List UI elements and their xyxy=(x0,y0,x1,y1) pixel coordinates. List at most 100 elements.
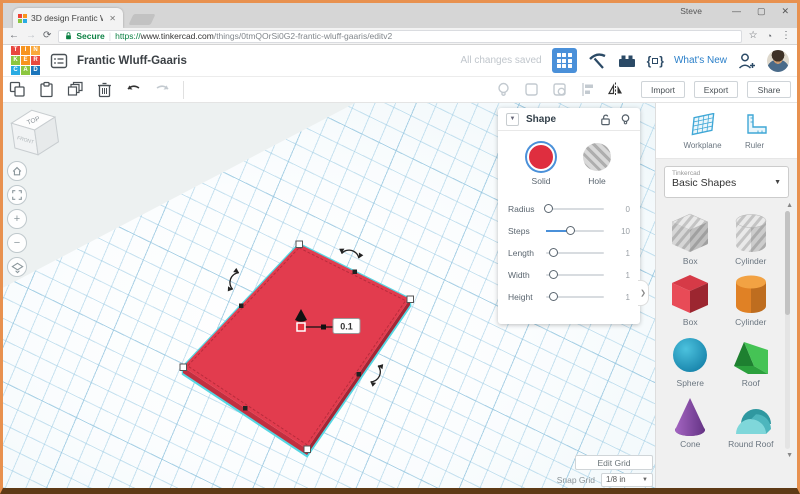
duplicate-icon[interactable] xyxy=(67,81,84,98)
scrollbar-thumb[interactable] xyxy=(785,211,790,315)
minecraft-pickaxe-icon[interactable] xyxy=(587,51,607,71)
align-icon[interactable] xyxy=(579,81,596,98)
selected-box-shape[interactable] xyxy=(183,244,410,449)
new-tab-button[interactable] xyxy=(128,14,155,25)
shape-library-dropdown[interactable]: Tinkercad Basic Shapes ▼ xyxy=(664,166,789,198)
workplane-tool-button[interactable]: Workplane xyxy=(683,113,721,150)
cylinder-hole-icon xyxy=(728,211,774,255)
flip-mirror-icon[interactable] xyxy=(607,81,624,98)
shape-item-cylinder-hole[interactable]: Cylinder xyxy=(721,207,782,266)
zoom-out-button[interactable]: − xyxy=(7,233,27,253)
shape-item-cone[interactable]: Cone xyxy=(660,390,721,449)
hole-swatch[interactable]: Hole xyxy=(583,143,611,186)
refresh-icon[interactable]: ⟳ xyxy=(43,31,51,41)
roof-icon xyxy=(728,333,774,377)
shape-item-box-solid[interactable]: Box xyxy=(660,268,721,327)
group-icon[interactable] xyxy=(523,81,540,98)
ungroup-icon[interactable] xyxy=(551,81,568,98)
close-icon[interactable]: ✕ xyxy=(781,7,789,16)
box-hole-icon xyxy=(667,211,713,255)
home-view-button[interactable] xyxy=(7,161,27,181)
edit-grid-button[interactable]: Edit Grid xyxy=(575,455,653,470)
whats-new-link[interactable]: What's New xyxy=(674,55,727,66)
chevron-down-icon: ▼ xyxy=(642,477,648,483)
fit-view-button[interactable] xyxy=(7,185,27,205)
cylinder-solid-icon xyxy=(728,272,774,316)
tinkercad-logo[interactable]: TIN KER CAD xyxy=(11,46,41,76)
grid-icon xyxy=(557,53,572,68)
browser-window: 3D design Frantic Wluff- ✕ Steve — ▢ ✕ ←… xyxy=(0,0,800,494)
scroll-up-icon[interactable]: ▲ xyxy=(786,202,793,209)
unlock-icon[interactable] xyxy=(599,113,612,126)
copy-icon[interactable] xyxy=(9,81,26,98)
chevron-down-icon: ▼ xyxy=(774,179,781,186)
import-button[interactable]: Import xyxy=(641,81,685,98)
forward-icon[interactable]: → xyxy=(26,31,36,41)
shape-item-box-hole[interactable]: Box xyxy=(660,207,721,266)
steps-slider[interactable] xyxy=(546,230,604,232)
edit-toolbar: Import Export Share xyxy=(3,77,797,103)
add-user-icon[interactable] xyxy=(737,51,757,71)
design-title: Frantic Wluff-Gaaris xyxy=(77,55,187,67)
height-slider[interactable] xyxy=(546,296,604,298)
browser-addressbar: ← → ⟳ Secure | https://www.tinkercad.com… xyxy=(3,28,797,45)
snap-grid-label: Snap Grid xyxy=(557,475,595,485)
shape-item-cylinder-solid[interactable]: Cylinder xyxy=(721,268,782,327)
browser-tab[interactable]: 3D design Frantic Wluff- ✕ xyxy=(13,8,123,28)
workplane-icon xyxy=(688,113,718,137)
back-icon[interactable]: ← xyxy=(9,31,19,41)
url-text: https://www.tinkercad.com/things/0tmQOrS… xyxy=(115,31,392,41)
export-button[interactable]: Export xyxy=(694,81,738,98)
panel-collapse-caret[interactable]: ▼ xyxy=(506,113,519,126)
share-button[interactable]: Share xyxy=(747,81,791,98)
viewport-nav-controls: + − xyxy=(7,161,27,277)
chrome-menu-icon[interactable]: ⋮ xyxy=(781,31,791,41)
user-avatar[interactable] xyxy=(767,50,789,72)
blocks-view-button[interactable] xyxy=(552,48,577,73)
tab-close-icon[interactable]: ✕ xyxy=(107,14,118,23)
shape-item-roof[interactable]: Roof xyxy=(721,329,782,388)
sphere-icon xyxy=(667,333,713,377)
maximize-icon[interactable]: ▢ xyxy=(757,7,766,16)
dimension-corner-handle[interactable] xyxy=(297,323,305,331)
codeblocks-icon[interactable]: {} xyxy=(647,54,664,68)
url-field[interactable]: Secure | https://www.tinkercad.com/thing… xyxy=(58,30,741,43)
scroll-down-icon[interactable]: ▼ xyxy=(786,452,793,459)
rotate-handle[interactable] xyxy=(226,267,240,292)
cone-icon xyxy=(667,394,713,438)
undo-icon[interactable] xyxy=(125,81,142,98)
redo-icon[interactable] xyxy=(154,81,171,98)
rotate-handle[interactable] xyxy=(369,362,385,387)
design-properties-icon[interactable] xyxy=(49,51,69,71)
length-slider[interactable] xyxy=(546,252,604,254)
ruler-tool-button[interactable]: Ruler xyxy=(740,113,770,150)
show-all-bulb-icon[interactable] xyxy=(495,81,512,98)
zoom-in-button[interactable]: + xyxy=(7,209,27,229)
view-cube[interactable]: TOP FRONT xyxy=(7,105,63,161)
snap-grid-select[interactable]: 1/8 in ▼ xyxy=(601,473,653,487)
lego-brick-icon[interactable] xyxy=(617,51,637,71)
rotate-handle[interactable] xyxy=(338,247,364,259)
lightbulb-icon[interactable] xyxy=(619,113,632,126)
delete-trash-icon[interactable] xyxy=(96,81,113,98)
dimension-value: 0.1 xyxy=(340,322,353,332)
panel-collapse-tab[interactable]: ❯ xyxy=(638,280,649,306)
workplane-view-button[interactable] xyxy=(7,257,27,277)
paste-icon[interactable] xyxy=(38,81,55,98)
shape-item-sphere[interactable]: Sphere xyxy=(660,329,721,388)
gallery-scrollbar[interactable] xyxy=(785,211,790,449)
radius-slider[interactable] xyxy=(546,208,604,210)
chrome-profile-name[interactable]: Steve xyxy=(680,6,702,16)
width-slider[interactable] xyxy=(546,274,604,276)
browser-extension-icon[interactable]: ◔ xyxy=(767,32,772,41)
dimension-mid-handle[interactable] xyxy=(321,325,326,330)
slider-radius: Radius 0 xyxy=(498,198,640,220)
slider-length: Length 1 xyxy=(498,242,640,264)
slider-width: Width 1 xyxy=(498,264,640,286)
minimize-icon[interactable]: — xyxy=(732,7,741,16)
bookmark-star-icon[interactable]: ☆ xyxy=(749,31,758,41)
shape-item-round-roof[interactable]: Round Roof xyxy=(721,390,782,449)
solid-swatch[interactable]: Solid xyxy=(527,143,555,186)
secure-lock-icon xyxy=(65,32,72,40)
hole-pattern-circle xyxy=(583,143,611,171)
